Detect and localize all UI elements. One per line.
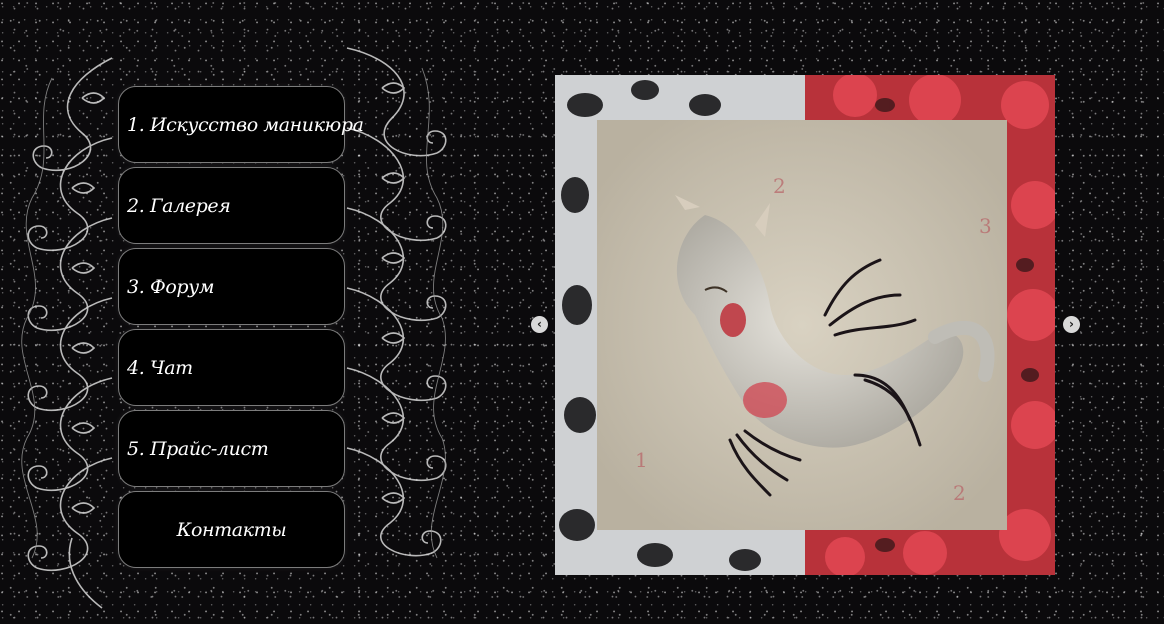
svg-text:2: 2: [773, 174, 786, 198]
svg-text:3: 3: [979, 214, 992, 238]
slider-next-button[interactable]: ›: [1063, 316, 1080, 333]
nav-item-gallery[interactable]: 2. Галерея: [118, 167, 345, 244]
svg-text:2: 2: [953, 481, 966, 505]
image-slider: 2 3 1 2: [555, 75, 1055, 575]
main-nav: 1. Искусство маникюра 2. Галерея 3. Фору…: [118, 86, 364, 572]
nav-item-contacts[interactable]: Контакты: [118, 491, 345, 568]
nav-item-chat[interactable]: 4. Чат: [118, 329, 345, 406]
nav-item-manicure-art[interactable]: 1. Искусство маникюра: [118, 86, 364, 163]
chevron-left-icon: ‹: [537, 317, 542, 331]
nav-item-price-list[interactable]: 5. Прайс-лист: [118, 410, 345, 487]
slider-prev-button[interactable]: ‹: [531, 316, 548, 333]
slide-image-cat-with-claws: 2 3 1 2: [555, 75, 1055, 575]
svg-text:1: 1: [635, 448, 648, 472]
chevron-right-icon: ›: [1069, 317, 1074, 331]
nav-item-forum[interactable]: 3. Форум: [118, 248, 345, 325]
